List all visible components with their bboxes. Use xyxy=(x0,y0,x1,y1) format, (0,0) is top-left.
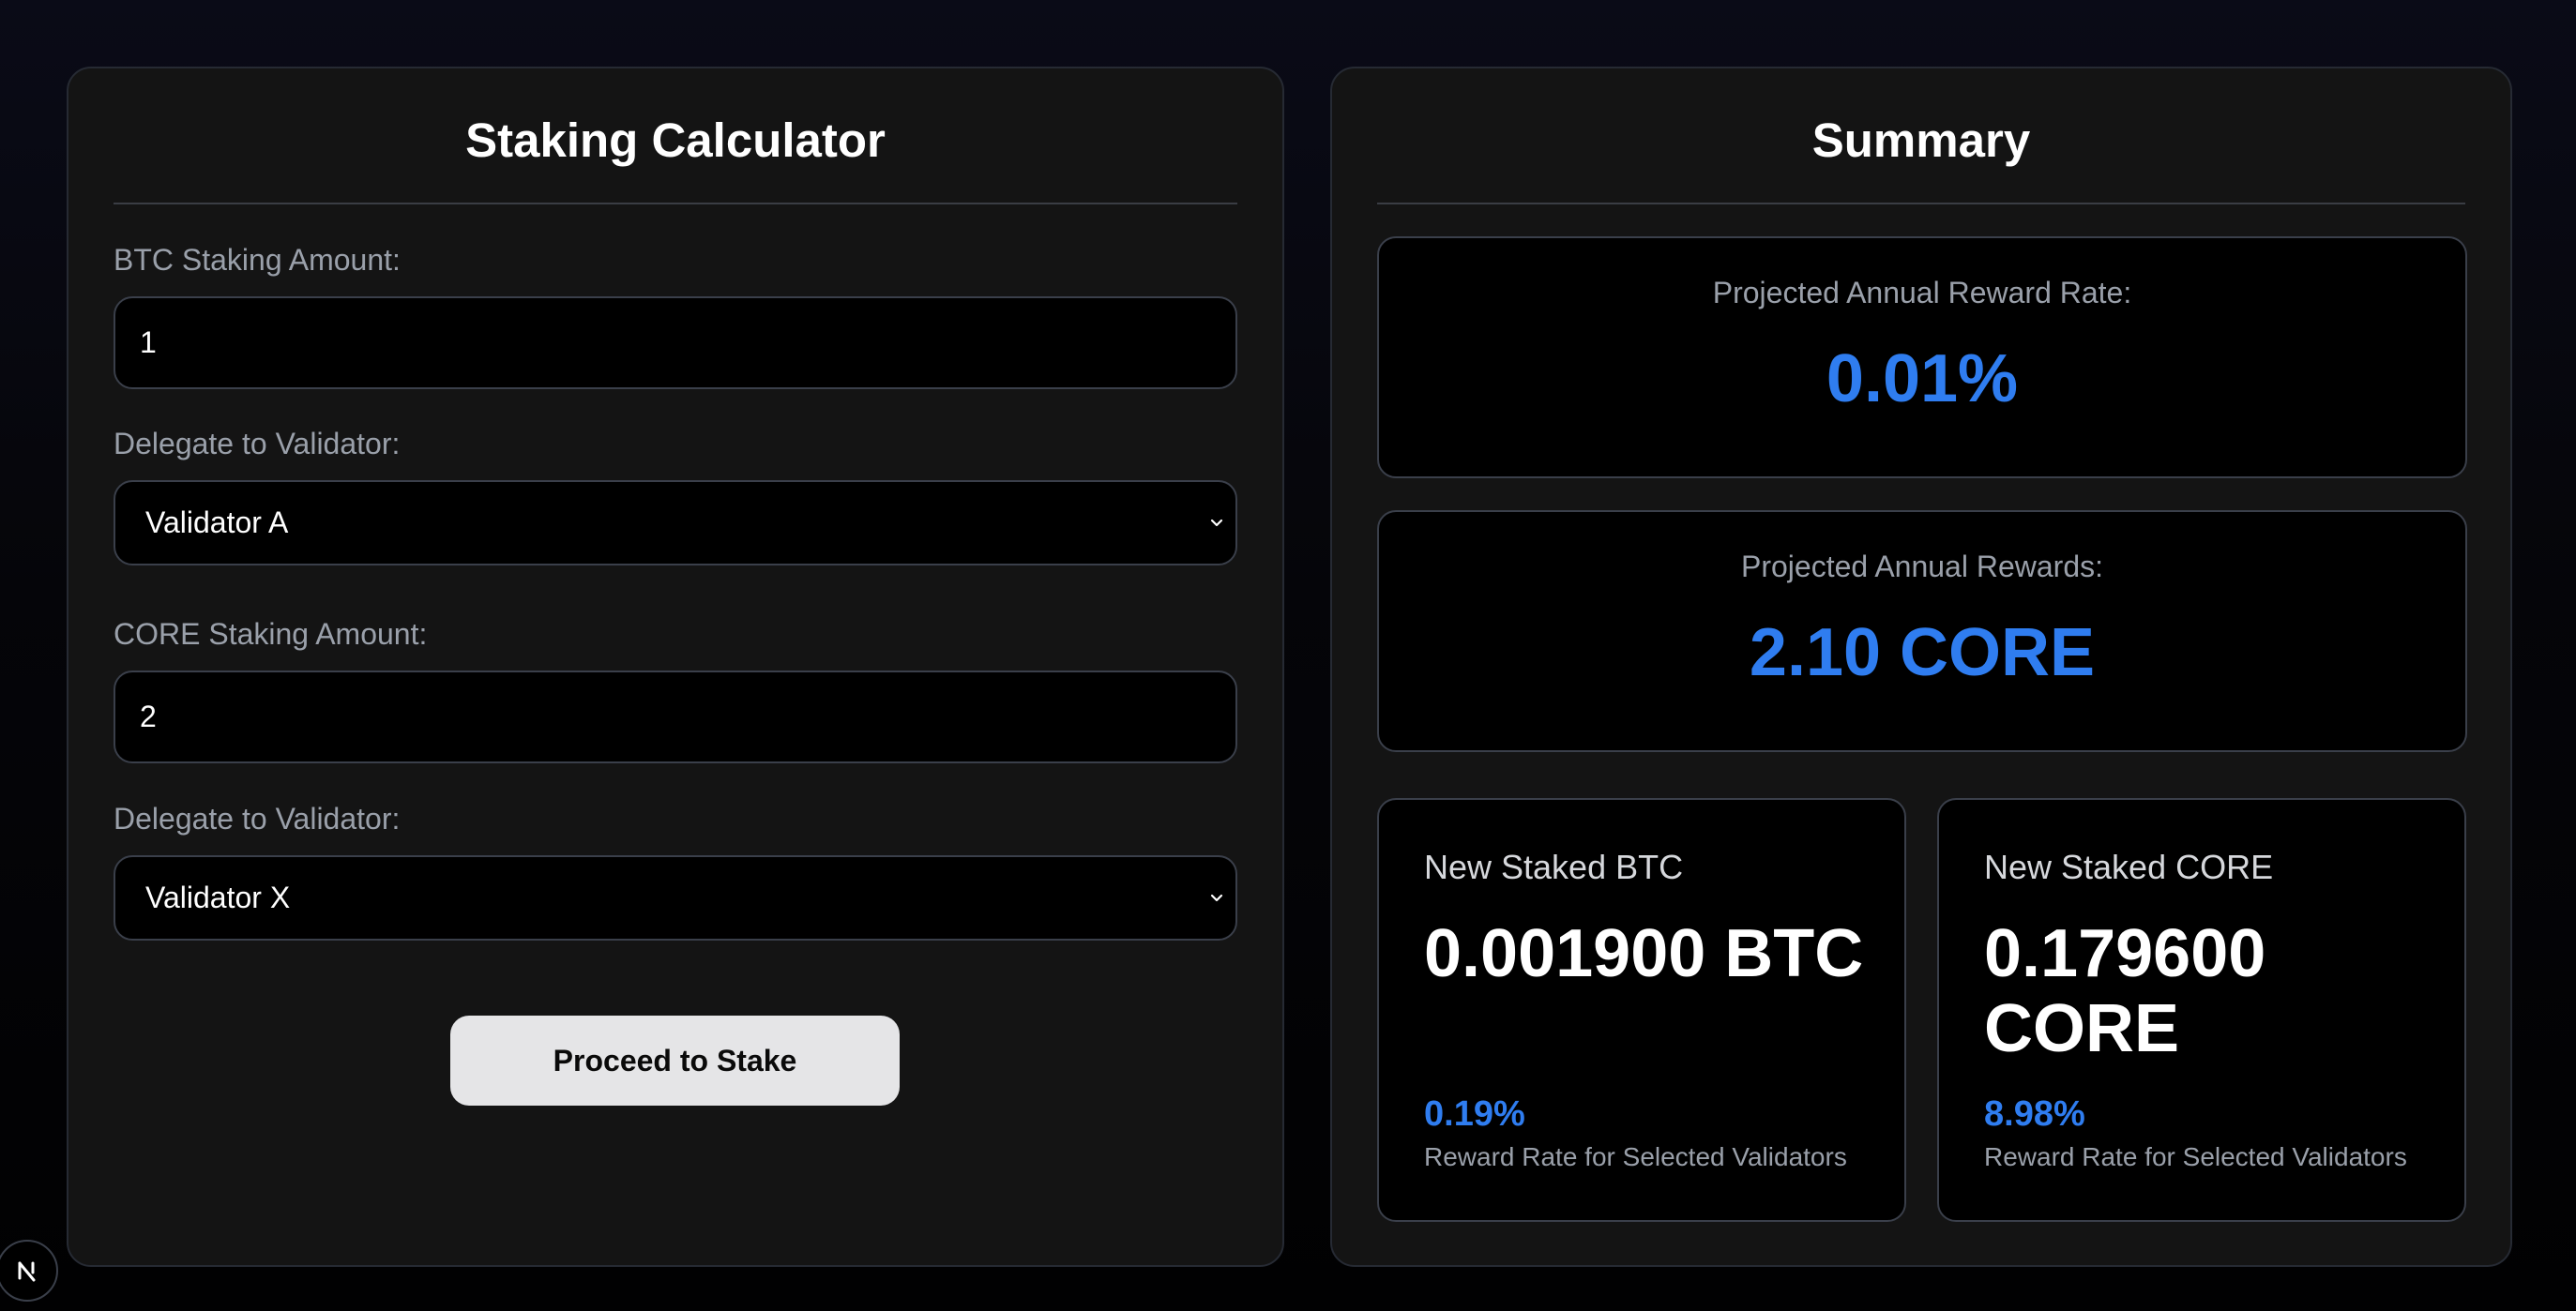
btc-amount-input[interactable] xyxy=(114,296,1237,389)
new-staked-core-value: 0.179600 CORE xyxy=(1984,916,2266,1066)
core-amount-label: CORE Staking Amount: xyxy=(114,617,428,651)
btc-reward-rate-note: Reward Rate for Selected Validators xyxy=(1424,1142,1847,1171)
calculator-divider xyxy=(114,203,1237,204)
calculator-title: Staking Calculator xyxy=(465,113,886,167)
new-staked-btc-value: 0.001900 BTC xyxy=(1424,916,1864,991)
next-logo-icon xyxy=(18,1261,36,1282)
reward-rate-value: 0.01% xyxy=(1826,341,2019,416)
chevron-down-icon xyxy=(1210,519,1223,526)
staking-calculator-panel: Staking Calculator BTC Staking Amount: D… xyxy=(67,67,1284,1267)
next-logo-badge[interactable] xyxy=(0,1240,58,1302)
core-validator-reward-rate: 8.98% xyxy=(1984,1094,2085,1134)
btc-validator-selected-value: Validator A xyxy=(145,505,289,539)
new-staked-btc-card: New Staked BTC 0.001900 BTC 0.19% Reward… xyxy=(1377,798,1906,1222)
btc-validator-reward-rate: 0.19% xyxy=(1424,1094,1525,1134)
core-amount-input[interactable] xyxy=(114,671,1237,763)
core-validator-label: Delegate to Validator: xyxy=(114,802,401,836)
new-staked-btc-label: New Staked BTC xyxy=(1424,848,1684,886)
btc-validator-select[interactable]: Validator A xyxy=(114,480,1237,565)
btc-amount-label: BTC Staking Amount: xyxy=(114,243,401,277)
core-validator-select[interactable]: Validator X xyxy=(114,855,1237,941)
btc-validator-label: Delegate to Validator: xyxy=(114,427,401,460)
new-staked-core-label: New Staked CORE xyxy=(1984,848,2274,886)
chevron-down-icon xyxy=(1210,894,1223,901)
summary-divider xyxy=(1377,203,2465,204)
core-validator-selected-value: Validator X xyxy=(145,881,291,914)
reward-rate-card: Projected Annual Reward Rate: 0.01% xyxy=(1377,236,2467,478)
summary-title: Summary xyxy=(1811,113,2031,167)
annual-rewards-value: 2.10 CORE xyxy=(1749,615,2096,690)
proceed-to-stake-button[interactable]: Proceed to Stake xyxy=(450,1016,900,1106)
core-reward-rate-note: Reward Rate for Selected Validators xyxy=(1984,1142,2407,1171)
new-staked-core-card: New Staked CORE 0.179600 CORE 8.98% Rewa… xyxy=(1937,798,2466,1222)
annual-rewards-label: Projected Annual Rewards: xyxy=(1741,550,2103,583)
reward-rate-label: Projected Annual Reward Rate: xyxy=(1712,276,2132,309)
annual-rewards-card: Projected Annual Rewards: 2.10 CORE xyxy=(1377,510,2467,752)
summary-panel: Summary Projected Annual Reward Rate: 0.… xyxy=(1330,67,2512,1267)
